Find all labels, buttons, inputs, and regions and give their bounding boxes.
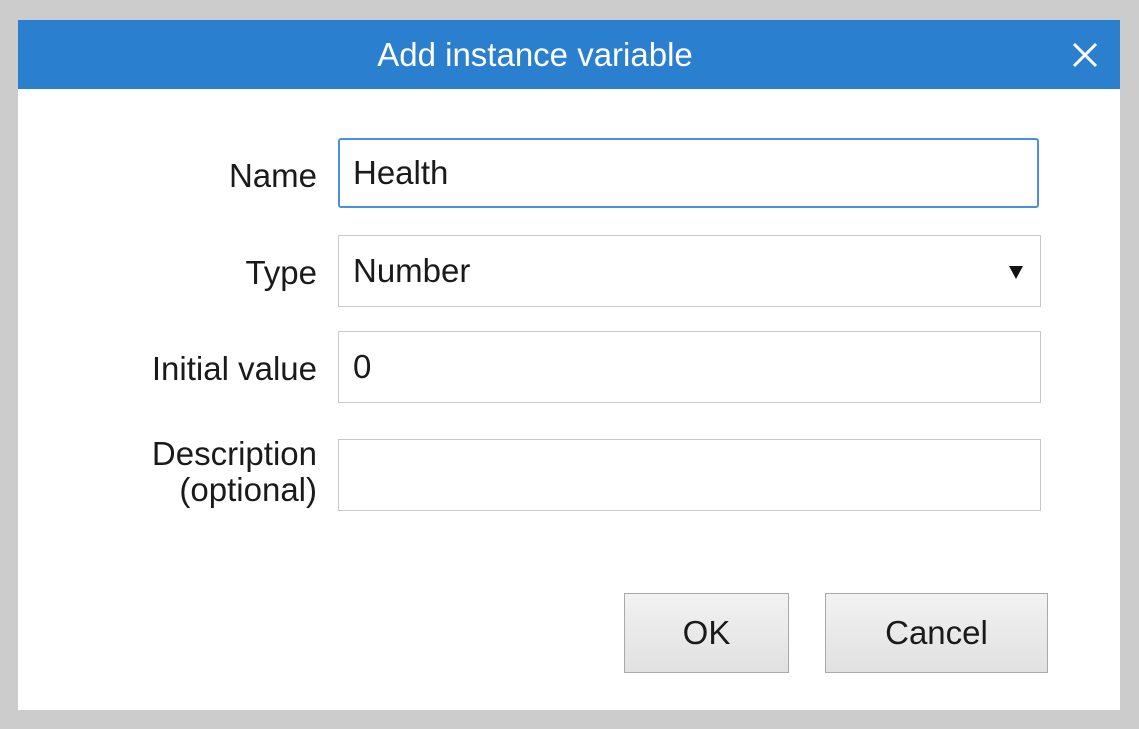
close-icon	[1072, 42, 1098, 68]
type-label: Type	[245, 254, 317, 291]
dialog-title: Add instance variable	[377, 36, 693, 73]
ok-button[interactable]: OK	[624, 593, 789, 673]
description-label: Description (optional)	[152, 436, 317, 508]
add-instance-variable-dialog: Add instance variable Name Type Number I…	[18, 20, 1120, 710]
name-input[interactable]	[338, 138, 1039, 208]
description-label-line1: Description	[151, 435, 317, 472]
initial-value-label: Initial value	[151, 350, 317, 387]
description-label-line2: (optional)	[179, 471, 317, 508]
type-select[interactable]: Number	[338, 235, 1041, 307]
description-input[interactable]	[338, 439, 1041, 511]
type-select-value: Number	[353, 252, 471, 289]
name-label: Name	[228, 157, 317, 194]
close-button[interactable]	[1066, 36, 1104, 74]
dropdown-arrow-icon	[1009, 266, 1023, 279]
initial-value-input[interactable]	[338, 331, 1041, 403]
dialog-titlebar: Add instance variable	[18, 20, 1120, 89]
cancel-button[interactable]: Cancel	[825, 593, 1048, 673]
